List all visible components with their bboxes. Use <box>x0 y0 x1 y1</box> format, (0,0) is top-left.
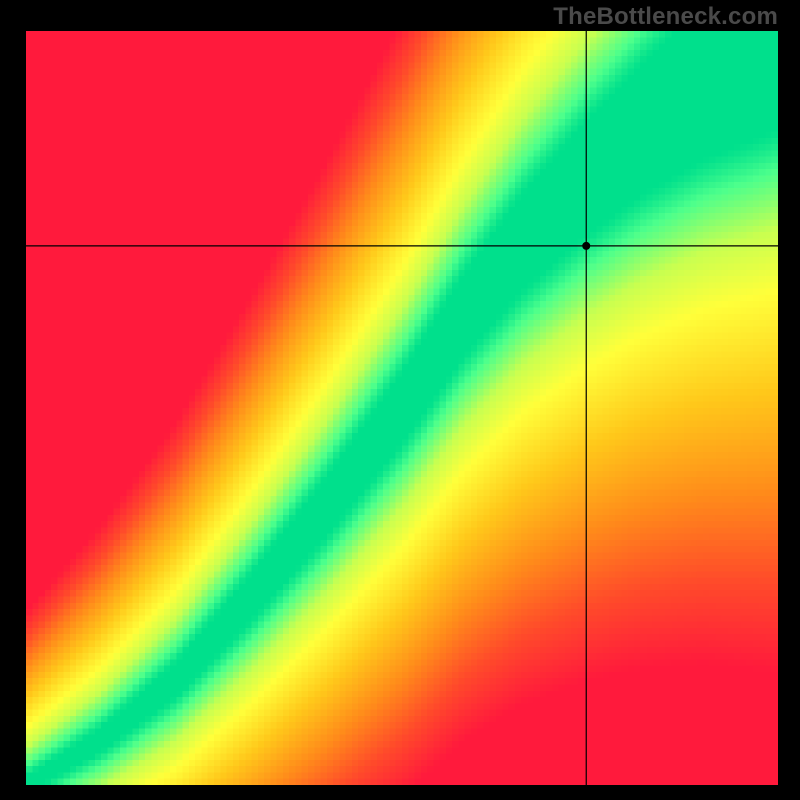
chart-container: TheBottleneck.com <box>0 0 800 800</box>
heatmap-canvas <box>26 31 778 785</box>
watermark-text: TheBottleneck.com <box>553 3 778 31</box>
